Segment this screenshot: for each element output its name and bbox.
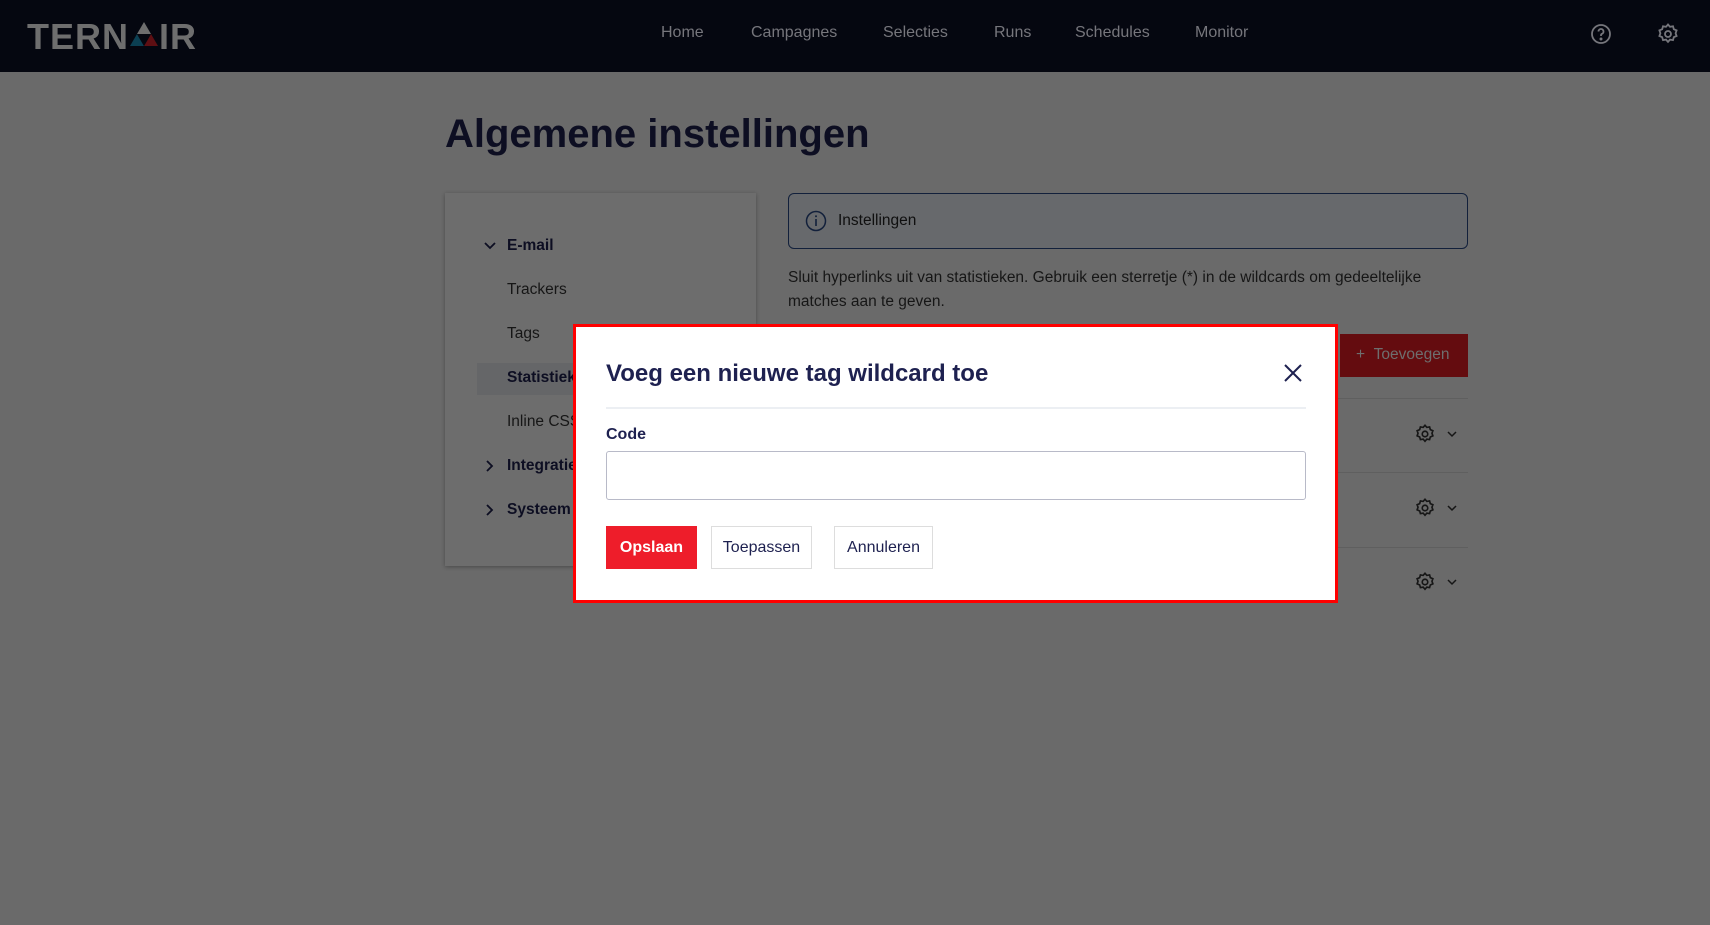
info-icon (805, 210, 827, 232)
chevron-right-icon[interactable] (483, 503, 497, 517)
sidebar-item-tags[interactable]: Tags (507, 325, 540, 343)
info-box: Instellingen (788, 193, 1468, 249)
add-button[interactable]: + Toevoegen (1340, 334, 1468, 377)
sidebar-item-systeem[interactable]: Systeem (507, 501, 571, 519)
dialog-divider (606, 407, 1306, 409)
nav-home[interactable]: Home (661, 24, 704, 42)
page-title: Algemene instellingen (445, 112, 870, 156)
add-label: Toevoegen (1373, 346, 1450, 363)
cancel-button[interactable]: Annuleren (834, 526, 933, 569)
nav-campagnes[interactable]: Campagnes (751, 24, 837, 42)
nav-selecties[interactable]: Selecties (883, 24, 948, 42)
sidebar-item-inline-css[interactable]: Inline CSS (507, 413, 580, 431)
logo[interactable]: TERN IR (27, 16, 197, 58)
sidebar-item-email[interactable]: E-mail (507, 237, 554, 255)
description: Sluit hyperlinks uit van statistieken. G… (788, 269, 1422, 310)
row-gear-icon[interactable] (1414, 571, 1436, 593)
nav-schedules[interactable]: Schedules (1075, 24, 1150, 42)
chevron-down-icon[interactable] (483, 239, 497, 253)
settings-gear-icon[interactable] (1656, 22, 1680, 46)
chevron-down-icon[interactable] (1446, 576, 1458, 588)
top-nav: TERN IR Home Campagnes Selecties Runs Sch… (0, 0, 1710, 72)
help-icon[interactable] (1589, 22, 1613, 46)
chevron-right-icon[interactable] (483, 459, 497, 473)
apply-button[interactable]: Toepassen (711, 526, 812, 569)
dialog-title: Voeg een nieuwe tag wildcard toe (606, 360, 989, 387)
chevron-down-icon[interactable] (1446, 428, 1458, 440)
nav-monitor[interactable]: Monitor (1195, 24, 1248, 42)
close-icon[interactable] (1282, 362, 1304, 384)
logo-triangle-icon (129, 17, 159, 46)
code-label: Code (606, 426, 646, 443)
row-gear-icon[interactable] (1414, 497, 1436, 519)
save-button[interactable]: Opslaan (606, 526, 697, 569)
chevron-down-icon[interactable] (1446, 502, 1458, 514)
add-wildcard-dialog: Voeg een nieuwe tag wildcard toe Code Op… (573, 324, 1338, 603)
sidebar-item-trackers[interactable]: Trackers (507, 281, 567, 299)
code-input[interactable] (606, 451, 1306, 500)
info-label: Instellingen (838, 212, 917, 229)
nav-runs[interactable]: Runs (994, 24, 1031, 42)
row-gear-icon[interactable] (1414, 423, 1436, 445)
